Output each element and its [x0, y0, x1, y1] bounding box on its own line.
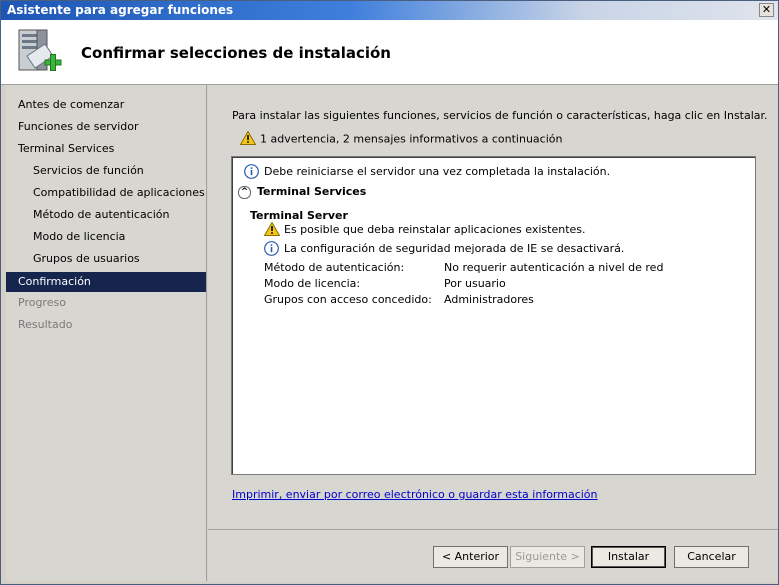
detail-label: Grupos con acceso concedido:	[264, 293, 432, 306]
sidebar-item-confirmacion[interactable]: Confirmación	[6, 272, 206, 292]
info-icon	[264, 241, 279, 259]
sidebar-item-servicios-de-funcion[interactable]: Servicios de función	[6, 161, 206, 181]
wizard-footer: < Anterior Siguiente > Instalar Cancelar	[208, 529, 778, 582]
warning-icon	[239, 130, 257, 148]
intro-text: Para instalar las siguientes funciones, …	[232, 109, 768, 122]
warning-icon	[263, 221, 281, 239]
warning-message-text: Es posible que deba reinstalar aplicacio…	[284, 223, 586, 236]
warning-summary-text: 1 advertencia, 2 mensajes informativos a…	[260, 132, 563, 146]
detail-value: Por usuario	[444, 277, 506, 290]
selection-summary-box[interactable]: Debe reiniciarse el servidor una vez com…	[231, 156, 756, 475]
detail-value: Administradores	[444, 293, 534, 306]
wizard-window: Asistente para agregar funciones ✕ Confi…	[0, 0, 779, 585]
main-content: Para instalar las siguientes funciones, …	[208, 85, 778, 529]
back-button[interactable]: < Anterior	[433, 546, 508, 568]
sidebar-item-funciones-de-servidor[interactable]: Funciones de servidor	[6, 117, 206, 137]
page-title: Confirmar selecciones de instalación	[81, 44, 391, 62]
info-message-text: La configuración de seguridad mejorada d…	[284, 242, 625, 255]
print-email-save-link[interactable]: Imprimir, enviar por correo electrónico …	[232, 488, 598, 501]
sidebar-item-modo-licencia[interactable]: Modo de licencia	[6, 227, 206, 247]
section-terminal-services[interactable]: ^ Terminal Services	[238, 185, 366, 199]
sidebar-item-progreso: Progreso	[18, 296, 66, 309]
cancel-button[interactable]: Cancelar	[674, 546, 749, 568]
sidebar-item-compatibilidad[interactable]: Compatibilidad de aplicaciones	[6, 183, 206, 203]
sidebar-item-resultado: Resultado	[18, 318, 73, 331]
subsection-title: Terminal Server	[250, 209, 348, 222]
sidebar-item-grupos-usuarios[interactable]: Grupos de usuarios	[6, 249, 206, 269]
close-button[interactable]: ✕	[759, 3, 774, 17]
collapse-chevron-icon[interactable]: ^	[238, 185, 251, 199]
window-title: Asistente para agregar funciones	[7, 3, 234, 17]
detail-value: No requerir autenticación a nivel de red	[444, 261, 664, 274]
server-add-icon	[13, 26, 65, 78]
sidebar-item-antes-de-comenzar[interactable]: Antes de comenzar	[6, 95, 206, 115]
title-bar[interactable]: Asistente para agregar funciones ✕	[1, 1, 778, 20]
info-icon	[244, 164, 259, 182]
warning-summary: 1 advertencia, 2 mensajes informativos a…	[239, 130, 563, 148]
restart-notice-text: Debe reiniciarse el servidor una vez com…	[264, 165, 611, 178]
wizard-header: Confirmar selecciones de instalación	[1, 20, 778, 85]
section-title: Terminal Services	[257, 185, 367, 198]
detail-label: Modo de licencia:	[264, 277, 361, 290]
next-button: Siguiente >	[510, 546, 585, 568]
wizard-steps-sidebar: Antes de comenzar Funciones de servidor …	[6, 85, 207, 581]
sidebar-item-metodo-autenticacion[interactable]: Método de autenticación	[6, 205, 206, 225]
detail-label: Método de autenticación:	[264, 261, 405, 274]
install-button[interactable]: Instalar	[591, 546, 666, 568]
sidebar-item-terminal-services[interactable]: Terminal Services	[6, 139, 206, 159]
